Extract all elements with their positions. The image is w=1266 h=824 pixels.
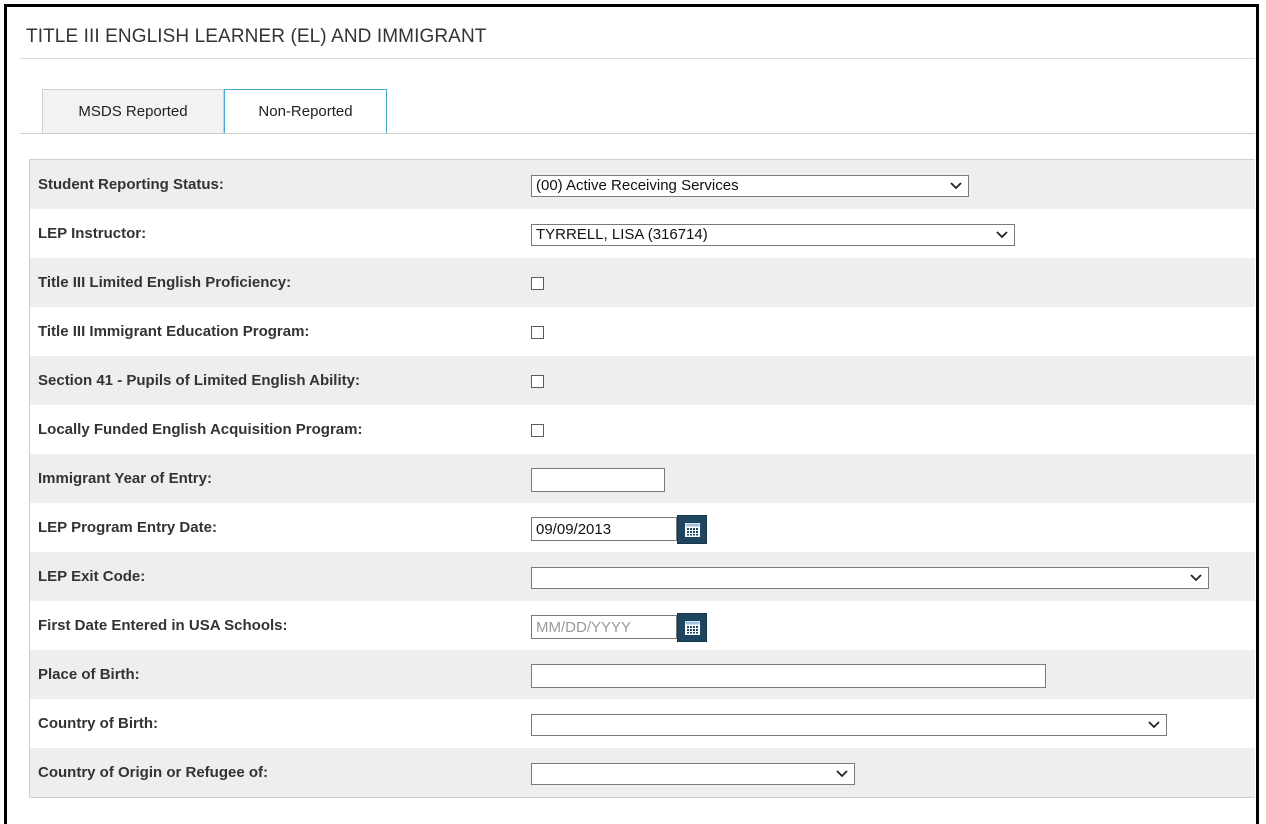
immigrant-year-input[interactable] [531, 468, 665, 492]
row-country-of-birth: Country of Birth: [30, 699, 1255, 748]
chevron-down-icon [1190, 574, 1202, 582]
chevron-down-icon [836, 770, 848, 778]
row-section41: Section 41 - Pupils of Limited English A… [30, 356, 1255, 405]
first-date-usa-label: First Date Entered in USA Schools: [38, 617, 288, 634]
chevron-down-icon [1148, 721, 1160, 729]
title-divider [20, 58, 1255, 59]
locally-funded-checkbox[interactable] [531, 424, 544, 437]
lep-entry-date-calendar-button[interactable] [677, 515, 707, 544]
non-reported-form: Student Reporting Status: (00) Active Re… [29, 159, 1255, 798]
page-title: TITLE III ENGLISH LEARNER (EL) AND IMMIG… [26, 26, 487, 47]
row-title3-immigrant: Title III Immigrant Education Program: [30, 307, 1255, 356]
row-first-date-usa: First Date Entered in USA Schools: [30, 601, 1255, 650]
title3-immigrant-label: Title III Immigrant Education Program: [38, 323, 310, 340]
title3-lep-checkbox[interactable] [531, 277, 544, 290]
lep-entry-date-label: LEP Program Entry Date: [38, 519, 217, 536]
student-reporting-status-select[interactable]: (00) Active Receiving Services [531, 175, 969, 197]
section41-checkbox[interactable] [531, 375, 544, 388]
country-of-origin-label: Country of Origin or Refugee of: [38, 764, 268, 781]
student-reporting-status-value: (00) Active Receiving Services [536, 177, 739, 194]
row-lep-instructor: LEP Instructor: TYRRELL, LISA (316714) [30, 209, 1255, 258]
row-country-of-origin: Country of Origin or Refugee of: [30, 748, 1255, 797]
row-lep-entry-date: LEP Program Entry Date: [30, 503, 1255, 552]
lep-exit-code-label: LEP Exit Code: [38, 568, 146, 585]
row-locally-funded: Locally Funded English Acquisition Progr… [30, 405, 1255, 454]
section41-label: Section 41 - Pupils of Limited English A… [38, 372, 360, 389]
lep-instructor-select[interactable]: TYRRELL, LISA (316714) [531, 224, 1015, 246]
tab-divider [20, 133, 1255, 134]
student-reporting-status-label: Student Reporting Status: [38, 176, 224, 193]
chevron-down-icon [950, 182, 962, 190]
locally-funded-label: Locally Funded English Acquisition Progr… [38, 421, 363, 438]
row-lep-exit-code: LEP Exit Code: [30, 552, 1255, 601]
row-immigrant-year: Immigrant Year of Entry: [30, 454, 1255, 503]
tab-msds-reported[interactable]: MSDS Reported [42, 89, 224, 133]
country-of-birth-label: Country of Birth: [38, 715, 158, 732]
place-of-birth-input[interactable] [531, 664, 1046, 688]
first-date-usa-calendar-button[interactable] [677, 613, 707, 642]
title3-lep-label: Title III Limited English Proficiency: [38, 274, 292, 291]
country-of-origin-select[interactable] [531, 763, 855, 785]
row-place-of-birth: Place of Birth: [30, 650, 1255, 699]
title3-immigrant-checkbox[interactable] [531, 326, 544, 339]
lep-instructor-label: LEP Instructor: [38, 225, 147, 242]
calendar-icon [685, 523, 700, 537]
lep-entry-date-input[interactable] [531, 517, 677, 541]
row-student-reporting-status: Student Reporting Status: (00) Active Re… [30, 160, 1255, 209]
tab-non-reported[interactable]: Non-Reported [224, 89, 387, 133]
immigrant-year-label: Immigrant Year of Entry: [38, 470, 212, 487]
country-of-birth-select[interactable] [531, 714, 1167, 736]
chevron-down-icon [996, 231, 1008, 239]
row-title3-lep: Title III Limited English Proficiency: [30, 258, 1255, 307]
first-date-usa-input[interactable] [531, 615, 677, 639]
calendar-icon [685, 621, 700, 635]
lep-exit-code-select[interactable] [531, 567, 1209, 589]
place-of-birth-label: Place of Birth: [38, 666, 140, 683]
lep-instructor-value: TYRRELL, LISA (316714) [536, 226, 708, 243]
